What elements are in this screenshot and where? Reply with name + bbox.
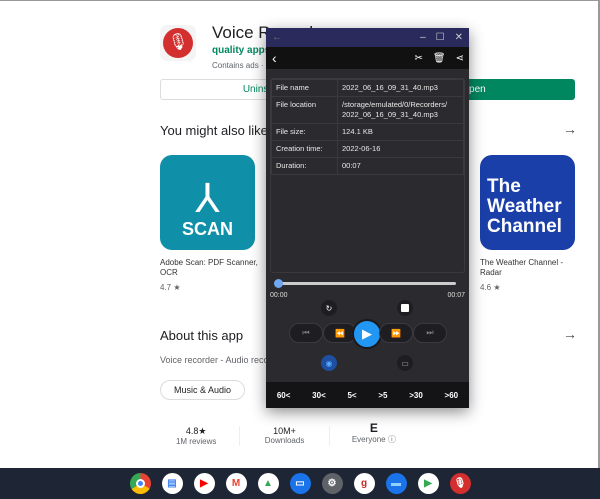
category-chip[interactable]: Music & Audio xyxy=(160,380,245,400)
info-label: Creation time: xyxy=(271,140,338,158)
skip-start-icon[interactable]: ⏮ xyxy=(289,323,323,343)
content-rating-icon: E xyxy=(369,421,378,435)
scissors-icon[interactable]: ✂ xyxy=(415,53,423,64)
g-app-icon[interactable]: g xyxy=(353,473,375,494)
play-icon[interactable]: ▶ xyxy=(352,319,382,349)
rating-label: 1M reviews xyxy=(175,437,217,446)
developer-link[interactable]: quality apps xyxy=(212,45,270,56)
weather-channel-icon[interactable]: The Weather Channel xyxy=(480,155,575,250)
info-value: 2022-06-16 xyxy=(337,140,464,158)
arrow-right-icon[interactable]: → xyxy=(563,121,577,137)
skip-end-icon[interactable]: ⏭ xyxy=(413,323,447,343)
microphone-icon: 🎙 xyxy=(163,28,193,58)
maximize-icon[interactable]: ☐ xyxy=(436,32,445,43)
speed-icon[interactable]: ◉ xyxy=(321,355,337,371)
contains-ads: Contains ads · xyxy=(212,61,264,70)
table-row: File size: 124.1 KB xyxy=(271,123,464,141)
skip-fwd-60-button[interactable]: >60 xyxy=(445,391,459,400)
file-info-table: File name 2022_06_16_09_31_40.mp3 File lo… xyxy=(271,79,464,175)
docs-icon[interactable]: ▤ xyxy=(161,473,183,494)
voice-recorder-icon[interactable]: 🎙 xyxy=(449,473,471,494)
share-icon[interactable]: ⋖ xyxy=(456,53,464,64)
icon-text: SCAN xyxy=(181,219,233,239)
card-rating: 4.6 ★ xyxy=(480,283,501,292)
stop-icon[interactable] xyxy=(397,300,413,316)
rating-value: 4.8★ xyxy=(185,426,207,436)
downloads-label: Downloads xyxy=(264,436,305,445)
skip-fwd-5-button[interactable]: >5 xyxy=(378,391,387,400)
skip-bar: 60< 30< 5< >5 >30 >60 xyxy=(266,382,469,408)
info-label: File location xyxy=(271,96,338,124)
fast-forward-icon[interactable]: ⏩ xyxy=(379,323,413,343)
time-total: 00:07 xyxy=(447,292,465,299)
seek-thumb[interactable] xyxy=(274,279,283,288)
replay-icon[interactable]: ↻ xyxy=(321,300,337,316)
file-info-panel: File name 2022_06_16_09_31_40.mp3 File lo… xyxy=(270,78,465,273)
info-value: 2022_06_16_09_31_40.mp3 xyxy=(337,79,464,97)
app-icon: 🎙 xyxy=(160,25,196,61)
loop-icon[interactable]: ▭ xyxy=(397,355,413,371)
downloads-value: 10M+ xyxy=(273,426,296,436)
about-heading: About this app xyxy=(160,328,244,343)
card-title[interactable]: Adobe Scan: PDF Scanner, OCR xyxy=(160,258,260,278)
back-icon[interactable]: ‹ xyxy=(272,50,277,66)
adobe-scan-icon[interactable]: ⅄ SCAN xyxy=(160,155,255,250)
skip-back-5-button[interactable]: 5< xyxy=(347,391,356,400)
info-value: /storage/emulated/0/Recorders/ 2022_06_1… xyxy=(337,96,464,124)
skip-fwd-30-button[interactable]: >30 xyxy=(409,391,423,400)
section-heading: You might also like xyxy=(160,123,268,138)
table-row: File location/storage/emulated/0/Recorde… xyxy=(271,96,464,124)
info-value: 124.1 KB xyxy=(337,123,464,141)
recording-details-window: ← – ☐ ✕ ‹ ✂ 🗑 ⋖ File name 2022_06_16_09_3… xyxy=(266,28,469,408)
taskbar: ▤ ▶ M ▲ ▭ ⚙ g ▬ ▶ 🎙 xyxy=(0,468,600,499)
close-icon[interactable]: ✕ xyxy=(455,32,463,43)
chrome-icon[interactable] xyxy=(129,473,151,494)
info-value: 00:07 xyxy=(337,157,464,175)
table-row: Creation time: 2022-06-16 xyxy=(271,140,464,158)
table-row: Duration: 00:07 xyxy=(271,157,464,175)
settings-icon[interactable]: ⚙ xyxy=(321,473,343,494)
time-elapsed: 00:00 xyxy=(270,292,288,299)
drive-icon[interactable]: ▲ xyxy=(257,473,279,494)
card-rating: 4.7 ★ xyxy=(160,283,181,292)
content-rating-label[interactable]: Everyone ⓘ xyxy=(330,434,418,445)
skip-back-60-button[interactable]: 60< xyxy=(277,391,291,400)
back-arrow-icon[interactable]: ← xyxy=(272,32,282,43)
gmail-icon[interactable]: M xyxy=(225,473,247,494)
messages-icon[interactable]: ▭ xyxy=(289,473,311,494)
info-label: File name xyxy=(271,79,338,97)
info-label: Duration: xyxy=(271,157,338,175)
arrow-right-icon[interactable]: → xyxy=(563,326,577,342)
card-title[interactable]: The Weather Channel - Radar xyxy=(480,258,570,278)
youtube-icon[interactable]: ▶ xyxy=(193,473,215,494)
files-icon[interactable]: ▬ xyxy=(385,473,407,494)
skip-back-30-button[interactable]: 30< xyxy=(312,391,326,400)
title-bar: ← – ☐ ✕ xyxy=(266,28,469,47)
minimize-icon[interactable]: – xyxy=(420,32,426,43)
table-row: File name 2022_06_16_09_31_40.mp3 xyxy=(271,79,464,97)
info-label: File size: xyxy=(271,123,338,141)
toolbar: ‹ ✂ 🗑 ⋖ xyxy=(266,47,469,69)
seek-bar[interactable] xyxy=(274,279,456,288)
play-store-icon[interactable]: ▶ xyxy=(417,473,439,494)
trash-icon[interactable]: 🗑 xyxy=(433,53,446,64)
